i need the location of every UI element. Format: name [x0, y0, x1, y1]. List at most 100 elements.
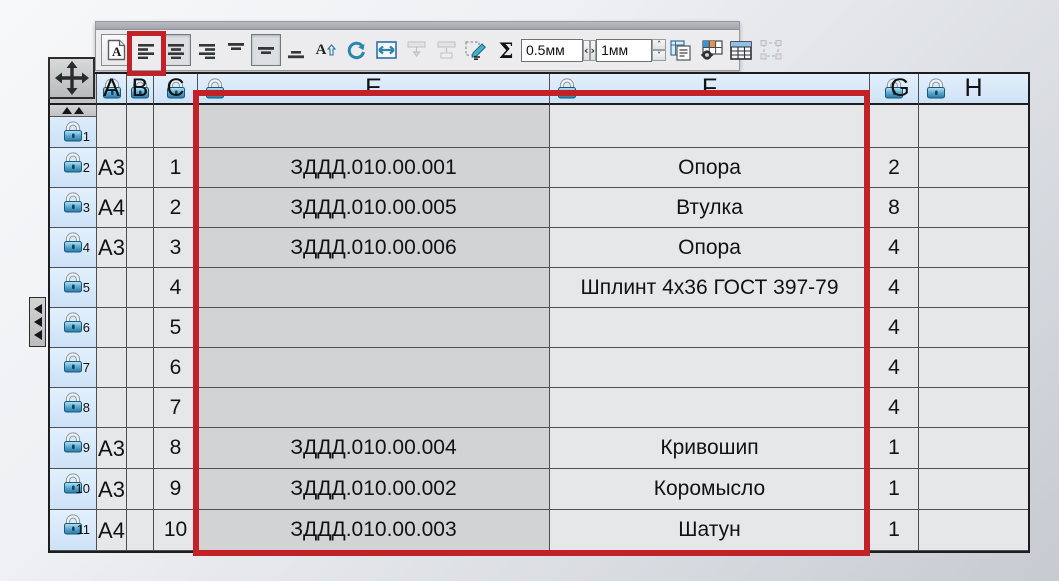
table-borders-button[interactable] [726, 34, 756, 66]
select-table-button[interactable] [756, 34, 786, 66]
toolbar-grip[interactable] [96, 22, 739, 30]
row-handle[interactable]: 6 [50, 308, 97, 348]
valign-top-button[interactable] [221, 34, 251, 66]
table-cell-g-row1[interactable] [870, 105, 919, 148]
table-cell-a-row5[interactable] [97, 268, 127, 308]
column-header-c[interactable]: C [154, 74, 198, 105]
table-cell-f-row3[interactable]: Втулка [550, 188, 870, 228]
table-cell-c-row6[interactable]: 5 [154, 308, 198, 348]
table-cell-f-row2[interactable]: Опора [550, 148, 870, 188]
table-cell-c-row7[interactable]: 6 [154, 348, 198, 388]
row-handle[interactable]: 5 [50, 268, 97, 308]
table-cell-e-row9[interactable]: ЗДДД.010.00.004 [198, 428, 550, 469]
table-cell-f-row6[interactable] [550, 308, 870, 348]
row-handle[interactable]: 11 [50, 510, 97, 551]
column-header-b[interactable]: B [127, 74, 154, 105]
table-cell-e-row6[interactable] [198, 308, 550, 348]
table-cell-e-row2[interactable]: ЗДДД.010.00.001 [198, 148, 550, 188]
column-header-g[interactable]: G [870, 74, 919, 105]
edit-cell-button[interactable] [461, 34, 491, 66]
collapse-columns-tab[interactable] [29, 297, 46, 347]
table-cell-e-row5[interactable] [198, 268, 550, 308]
table-cell-b-row7[interactable] [127, 348, 154, 388]
lock-icon[interactable]: 9 [62, 432, 84, 453]
paste-format-button[interactable] [666, 34, 696, 66]
table-cell-g-row9[interactable]: 1 [870, 428, 919, 469]
table-cell-a-row11[interactable]: А4 [97, 510, 127, 551]
align-left-button[interactable] [131, 34, 161, 66]
collapse-rows-tab[interactable] [50, 105, 96, 117]
lock-icon[interactable]: 3 [62, 192, 84, 213]
table-cell-c-row10[interactable]: 9 [154, 469, 198, 510]
row-height-input[interactable] [596, 39, 652, 62]
table-cell-a-row10[interactable]: А3 [97, 469, 127, 510]
table-cell-h-row5[interactable] [919, 268, 1028, 308]
table-cell-h-row7[interactable] [919, 348, 1028, 388]
lock-icon[interactable]: 4 [62, 232, 84, 253]
table-cell-c-row3[interactable]: 2 [154, 188, 198, 228]
table-cell-b-row9[interactable] [127, 428, 154, 469]
table-cell-b-row4[interactable] [127, 228, 154, 268]
table-cell-a-row7[interactable] [97, 348, 127, 388]
table-cell-a-row2[interactable]: А3 [97, 148, 127, 188]
fit-column-width-button[interactable] [371, 34, 401, 66]
row-height-spinner[interactable]: ˄ ˅ [652, 39, 666, 61]
table-cell-g-row6[interactable]: 4 [870, 308, 919, 348]
table-cell-h-row8[interactable] [919, 388, 1028, 428]
table-cell-f-row10[interactable]: Коромысло [550, 469, 870, 510]
table-cell-c-row4[interactable]: 3 [154, 228, 198, 268]
lock-icon[interactable]: 6 [62, 312, 84, 333]
table-cell-c-row1[interactable] [154, 105, 198, 148]
table-cell-h-row6[interactable] [919, 308, 1028, 348]
table-cell-b-row10[interactable] [127, 469, 154, 510]
column-header-f[interactable]: F [550, 74, 870, 105]
table-cell-e-row1[interactable] [198, 105, 550, 148]
table-cell-a-row6[interactable] [97, 308, 127, 348]
rotate-text-button[interactable] [341, 34, 371, 66]
table-cell-a-row4[interactable]: А3 [97, 228, 127, 268]
table-cell-b-row11[interactable] [127, 510, 154, 551]
lock-icon[interactable]: 11 [62, 514, 84, 535]
table-move-handle[interactable] [48, 57, 95, 99]
column-header-h[interactable]: H [919, 74, 1028, 105]
table-cell-c-row5[interactable]: 4 [154, 268, 198, 308]
table-cell-h-row4[interactable] [919, 228, 1028, 268]
table-cell-g-row10[interactable]: 1 [870, 469, 919, 510]
table-cell-e-row8[interactable] [198, 388, 550, 428]
valign-middle-button[interactable] [251, 34, 281, 66]
table-cell-e-row7[interactable] [198, 348, 550, 388]
table-cell-g-row4[interactable]: 4 [870, 228, 919, 268]
align-right-button[interactable] [191, 34, 221, 66]
table-cell-h-row11[interactable] [919, 510, 1028, 551]
table-header-visibility-button[interactable] [696, 34, 726, 66]
table-cell-f-row11[interactable]: Шатун [550, 510, 870, 551]
insert-row-below-button[interactable] [431, 34, 461, 66]
table-cell-b-row2[interactable] [127, 148, 154, 188]
table-cell-f-row7[interactable] [550, 348, 870, 388]
lock-icon[interactable]: 10 [62, 473, 84, 494]
row-handle[interactable]: 8 [50, 388, 97, 428]
table-cell-c-row11[interactable]: 10 [154, 510, 198, 551]
table-cell-g-row5[interactable]: 4 [870, 268, 919, 308]
table-cell-f-row4[interactable]: Опора [550, 228, 870, 268]
table-cell-e-row3[interactable]: ЗДДД.010.00.005 [198, 188, 550, 228]
spinner-up-button[interactable]: ˄ [652, 39, 666, 50]
note-format-button[interactable]: A [101, 34, 131, 66]
row-handle[interactable]: 1 [50, 105, 97, 148]
table-cell-h-row9[interactable] [919, 428, 1028, 469]
table-cell-b-row8[interactable] [127, 388, 154, 428]
table-cell-g-row8[interactable]: 4 [870, 388, 919, 428]
row-handle[interactable]: 3 [50, 188, 97, 228]
table-cell-f-row1[interactable] [550, 105, 870, 148]
lock-icon[interactable]: 8 [62, 392, 84, 413]
sum-button[interactable]: Σ [491, 34, 521, 66]
table-cell-e-row11[interactable]: ЗДДД.010.00.003 [198, 510, 550, 551]
lock-icon[interactable]: 2 [62, 152, 84, 173]
column-header-e[interactable]: E [198, 74, 550, 105]
valign-bottom-button[interactable] [281, 34, 311, 66]
table-cell-h-row3[interactable] [919, 188, 1028, 228]
table-cell-a-row9[interactable]: А3 [97, 428, 127, 469]
row-handle[interactable]: 10 [50, 469, 97, 510]
table-cell-c-row8[interactable]: 7 [154, 388, 198, 428]
table-cell-b-row3[interactable] [127, 188, 154, 228]
